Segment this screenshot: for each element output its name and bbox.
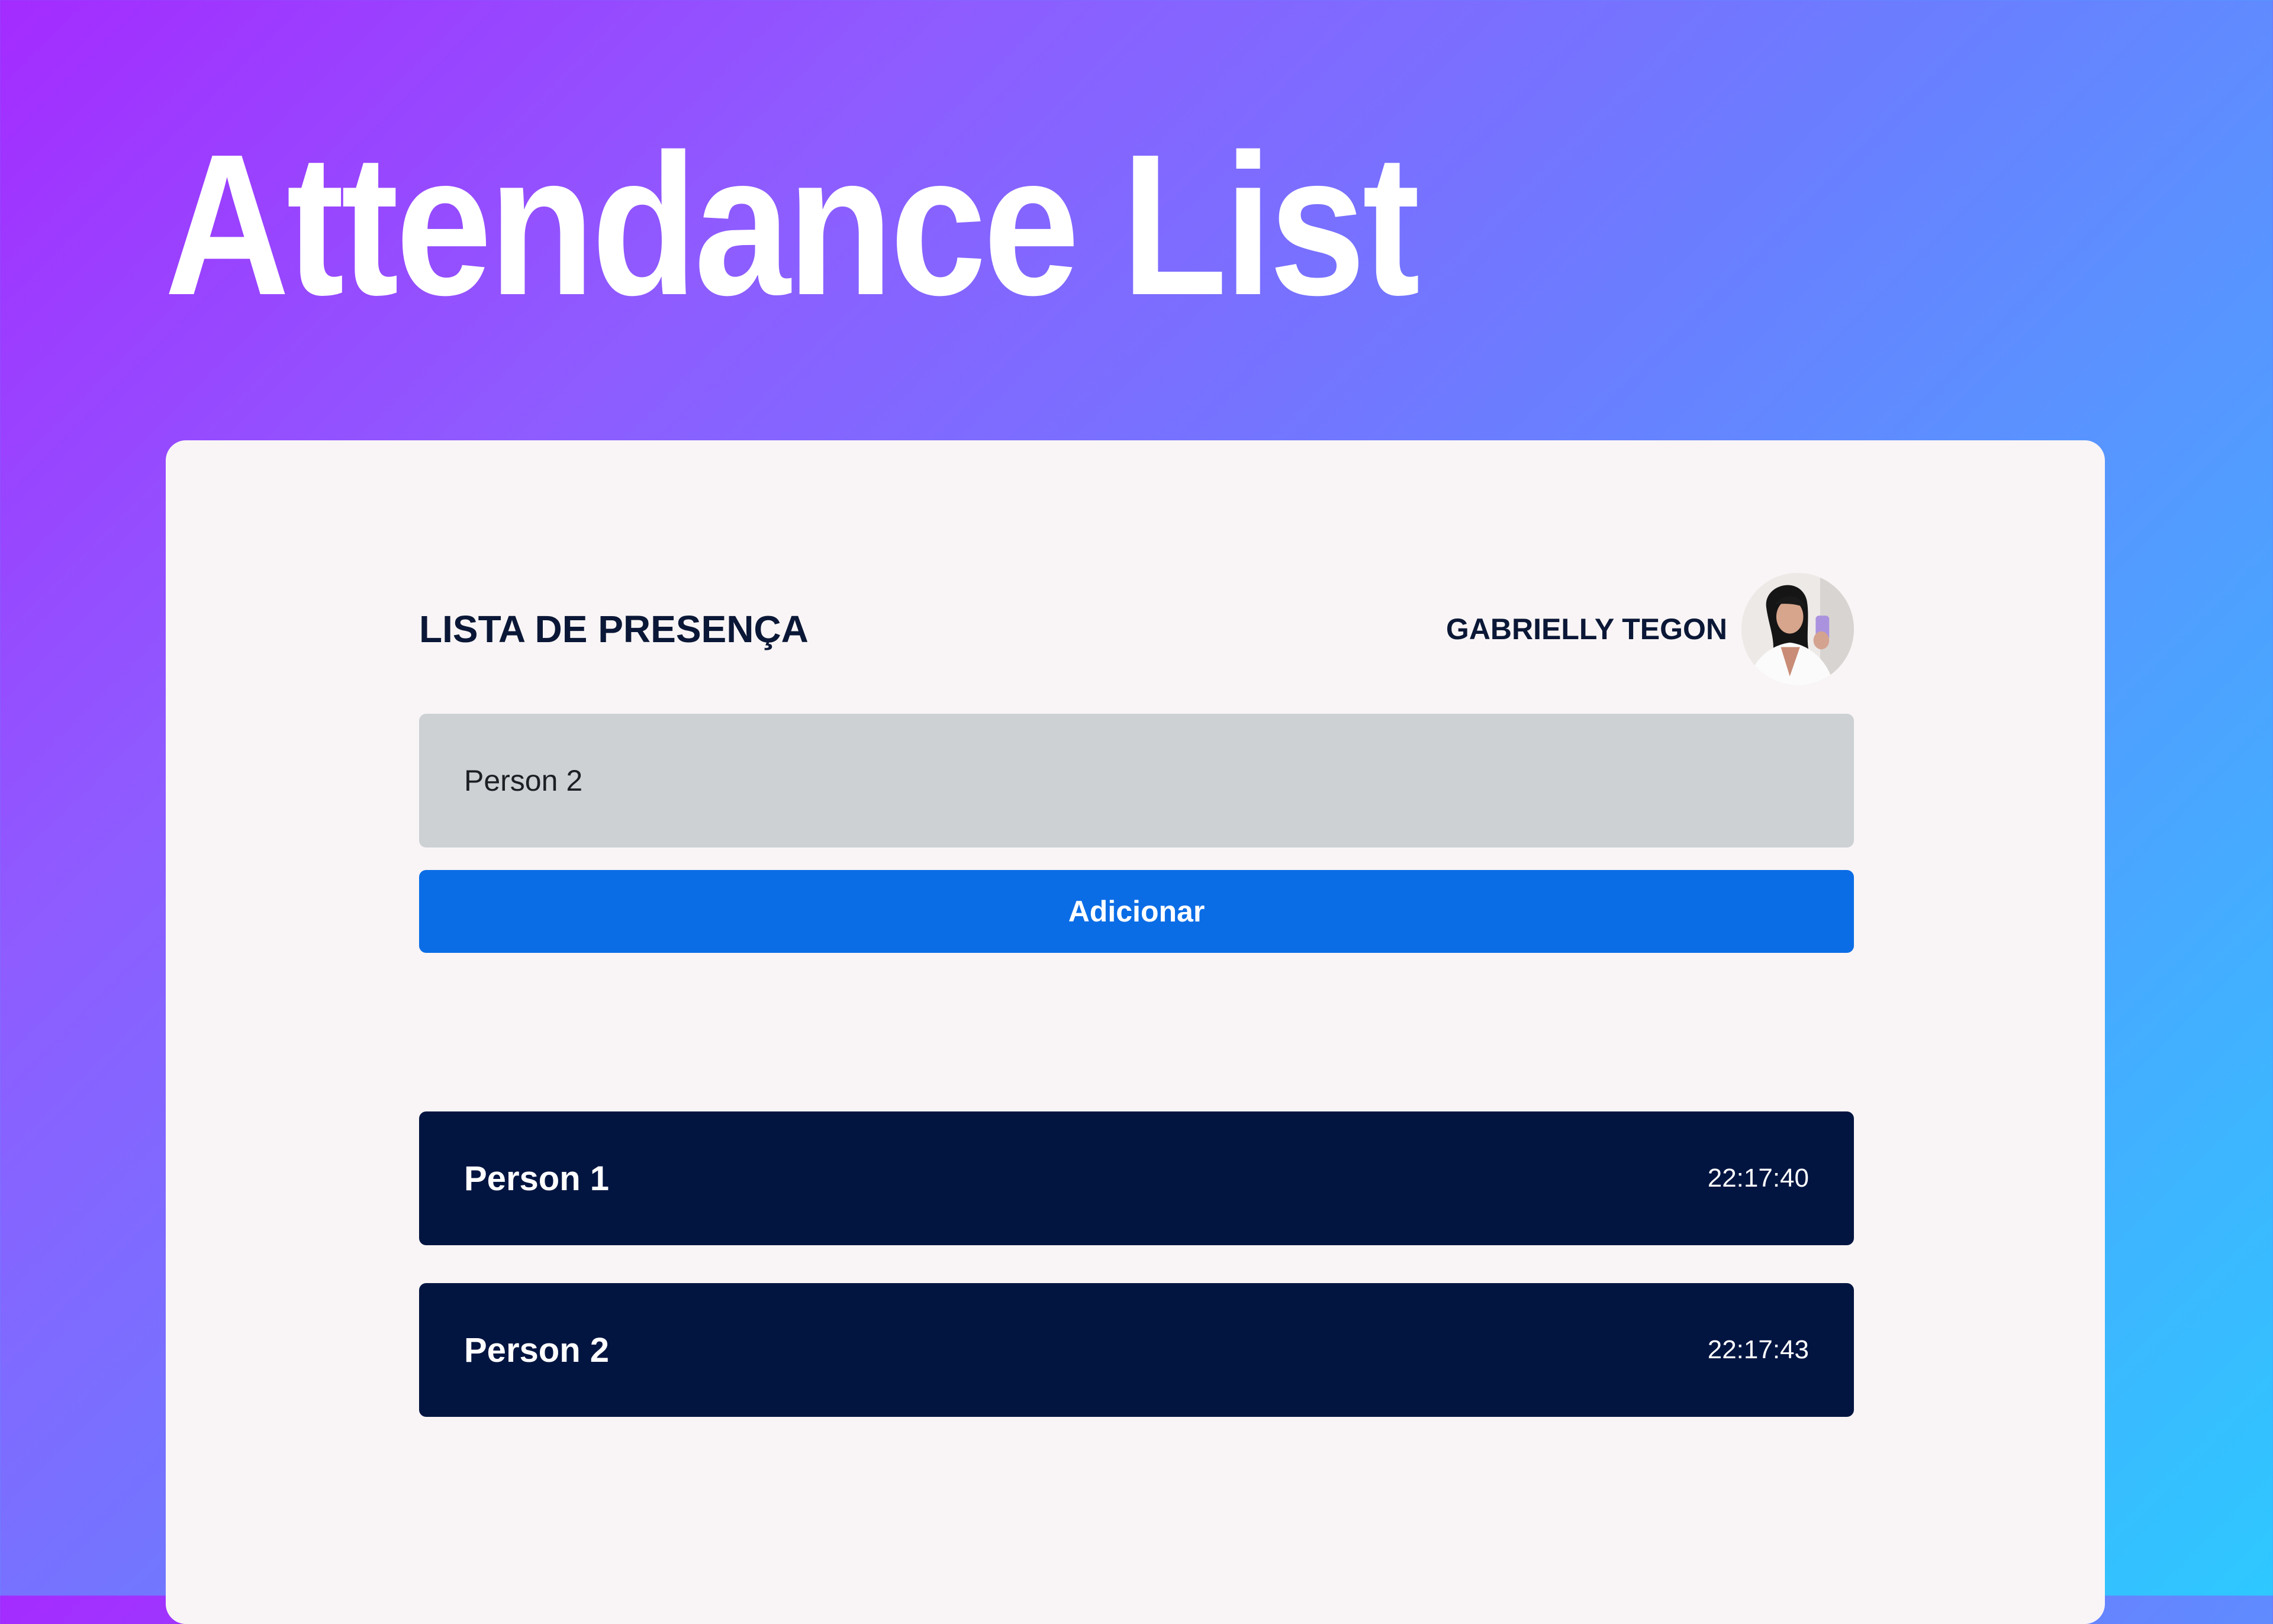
attendance-card: LISTA DE PRESENÇA GABRIELLY TEGON Person…: [166, 440, 2105, 1624]
attendance-list: Person 1 22:17:40 Person 2 22:17:43: [419, 1111, 1854, 1417]
avatar[interactable]: [1741, 573, 1854, 685]
attendee-row[interactable]: Person 2 22:17:43: [419, 1283, 1854, 1417]
user-profile: GABRIELLY TEGON: [1446, 573, 1854, 685]
attendee-row[interactable]: Person 1 22:17:40: [419, 1111, 1854, 1245]
list-title: LISTA DE PRESENÇA: [419, 608, 809, 650]
attendee-name-input[interactable]: [419, 714, 1854, 848]
attendee-time: 22:17:43: [1707, 1335, 1809, 1364]
user-photo-icon: [1741, 573, 1854, 685]
attendee-name: Person 1: [464, 1159, 609, 1198]
add-button[interactable]: Adicionar: [419, 870, 1854, 953]
attendance-content: LISTA DE PRESENÇA GABRIELLY TEGON Person…: [419, 573, 1854, 1417]
user-name: GABRIELLY TEGON: [1445, 613, 1727, 646]
card-header: LISTA DE PRESENÇA GABRIELLY TEGON: [419, 573, 1854, 685]
attendee-time: 22:17:40: [1707, 1164, 1809, 1193]
page-title: Attendance List: [165, 112, 1420, 337]
attendee-name: Person 2: [464, 1330, 609, 1370]
